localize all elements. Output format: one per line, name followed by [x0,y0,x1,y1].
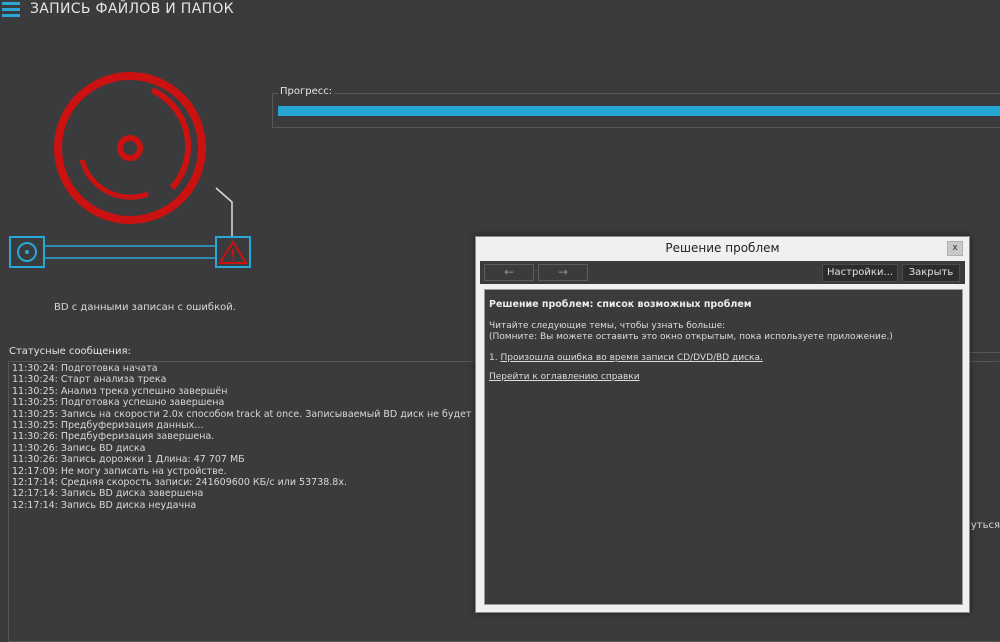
page-title: ЗАПИСЬ ФАЙЛОВ И ПАПОК [30,1,234,17]
help-toc-link[interactable]: Перейти к оглавлению справки [489,372,640,382]
disc-error-icon [54,72,206,224]
status-messages-list: 11:30:24: Подготовка начата 11:30:24: Ста… [12,363,557,511]
status-message: 11:30:26: Запись дорожки 1 Длина: 47 707… [12,454,245,466]
settings-button[interactable]: Настройки... [822,264,898,282]
help-intro-line-2: (Помните: Вы можете оставить это окно от… [489,332,893,342]
burn-status-text: BD с данными записан с ошибкой. [54,302,236,313]
status-message: 11:30:24: Старт анализа трека [12,374,167,386]
status-message: 12:17:14: Запись BD диска завершена [12,488,204,500]
help-intro-line-1: Читайте следующие темы, чтобы узнать бол… [489,321,726,331]
divider [966,352,1000,353]
burn-error-illustration [9,72,251,268]
status-message: 11:30:25: Подготовка успешно завершена [12,397,225,409]
dialog-title: Решение проблем [665,241,780,255]
dialog-toolbar: ← → Настройки... Закрыть [480,261,965,284]
status-message: 11:30:25: Анализ трека успешно завершён [12,385,228,397]
status-message: 12:17:14: Средняя скорость записи: 24160… [12,477,347,489]
status-message: 11:30:26: Запись BD диска [12,442,146,454]
progress-bar [278,106,1000,116]
status-message: 11:30:26: Предбуферизация завершена. [12,431,215,443]
help-heading: Решение проблем: список возможных пробле… [489,299,752,310]
troubleshooting-dialog: Решение проблем x ← → Настройки... Закры… [475,236,970,613]
help-content: Решение проблем: список возможных пробле… [484,289,963,605]
burn-track-diagram [9,236,251,268]
status-message: 11:30:25: Предбуферизация данных... [12,420,204,432]
hamburger-menu-icon[interactable] [2,2,20,18]
help-topic-item: 1. Произошла ошибка во время записи CD/D… [489,353,763,363]
status-message: 12:17:09: Не могу записать на устройстве… [12,465,227,477]
progress-bar-fill [278,106,1000,116]
close-button[interactable]: Закрыть [902,264,960,282]
dialog-close-button[interactable]: x [947,241,963,256]
status-message: 11:30:24: Подготовка начата [12,363,158,374]
status-messages-label: Статусные сообщения: [9,346,131,357]
progress-label: Прогресс: [278,86,335,97]
help-topic-number: 1. [489,353,498,363]
status-message: 11:30:25: Запись на скорости 2.0x способ… [12,408,557,420]
forward-button[interactable]: → [538,264,588,281]
back-button[interactable]: ← [484,264,534,281]
status-message: 12:17:14: Запись BD диска неудачна [12,499,197,511]
help-topic-link[interactable]: Произошла ошибка во время записи CD/DVD/… [500,353,762,363]
